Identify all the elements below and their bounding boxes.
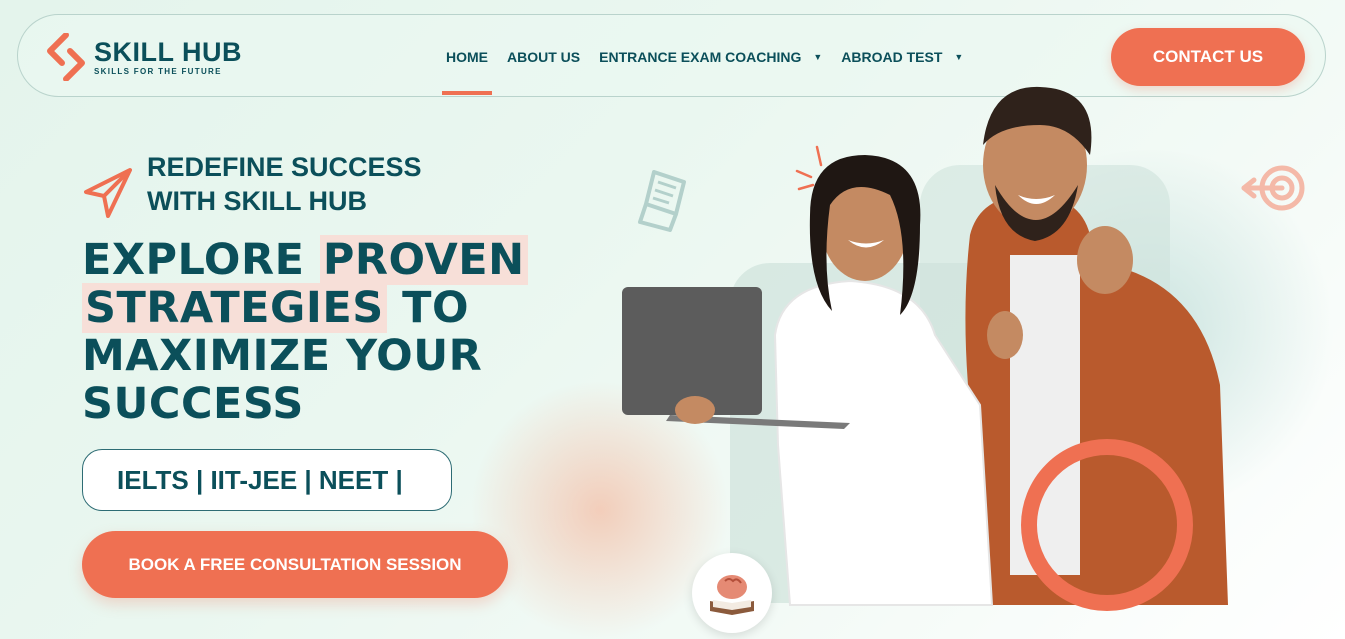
- hero-students-illustration: [622, 86, 1228, 611]
- nav-item-label: ABOUT US: [507, 48, 581, 65]
- hero-tagline: REDEFINE SUCCESS WITH SKILL HUB: [147, 150, 477, 218]
- exam-list-text: IELTS | IIT-JEE | NEET |: [117, 464, 403, 495]
- brand-logo[interactable]: SKILL HUB SKILLS FOR THE FUTURE: [44, 29, 274, 85]
- headline-highlight-strategies: STRATEGIES: [82, 283, 387, 333]
- nav-item-label: ENTRANCE EXAM COACHING: [599, 48, 802, 65]
- book-consultation-button[interactable]: BOOK A FREE CONSULTATION SESSION: [82, 531, 508, 598]
- nav-item-label: ABROAD TEST: [841, 48, 943, 65]
- brand-tagline: SKILLS FOR THE FUTURE: [94, 67, 222, 76]
- contact-us-button[interactable]: CONTACT US: [1111, 28, 1305, 86]
- nav-item-about-us[interactable]: ABOUT US: [507, 15, 580, 98]
- chevron-down-icon[interactable]: ▼: [813, 52, 822, 62]
- nav-item-label: HOME: [446, 48, 488, 65]
- skill-hub-logo-icon: [47, 33, 85, 81]
- hero-tagline-line1: REDEFINE SUCCESS: [147, 152, 422, 182]
- brand-name: SKILL HUB: [94, 37, 243, 67]
- nav-item-home[interactable]: HOME: [442, 15, 492, 98]
- exam-list-pill: IELTS | IIT-JEE | NEET |: [82, 449, 452, 511]
- brain-book-icon: [710, 575, 754, 615]
- hero-tagline-line2: WITH SKILL HUB: [147, 186, 367, 216]
- chevron-down-icon[interactable]: ▼: [954, 52, 963, 62]
- hero-headline: EXPLORE PROVEN STRATEGIES TO MAXIMIZE YO…: [82, 235, 552, 428]
- headline-highlight-proven: PROVEN: [319, 235, 528, 285]
- headline-text: EXPLORE: [82, 235, 320, 285]
- brain-book-badge: [692, 553, 772, 633]
- paper-plane-icon: [84, 168, 132, 218]
